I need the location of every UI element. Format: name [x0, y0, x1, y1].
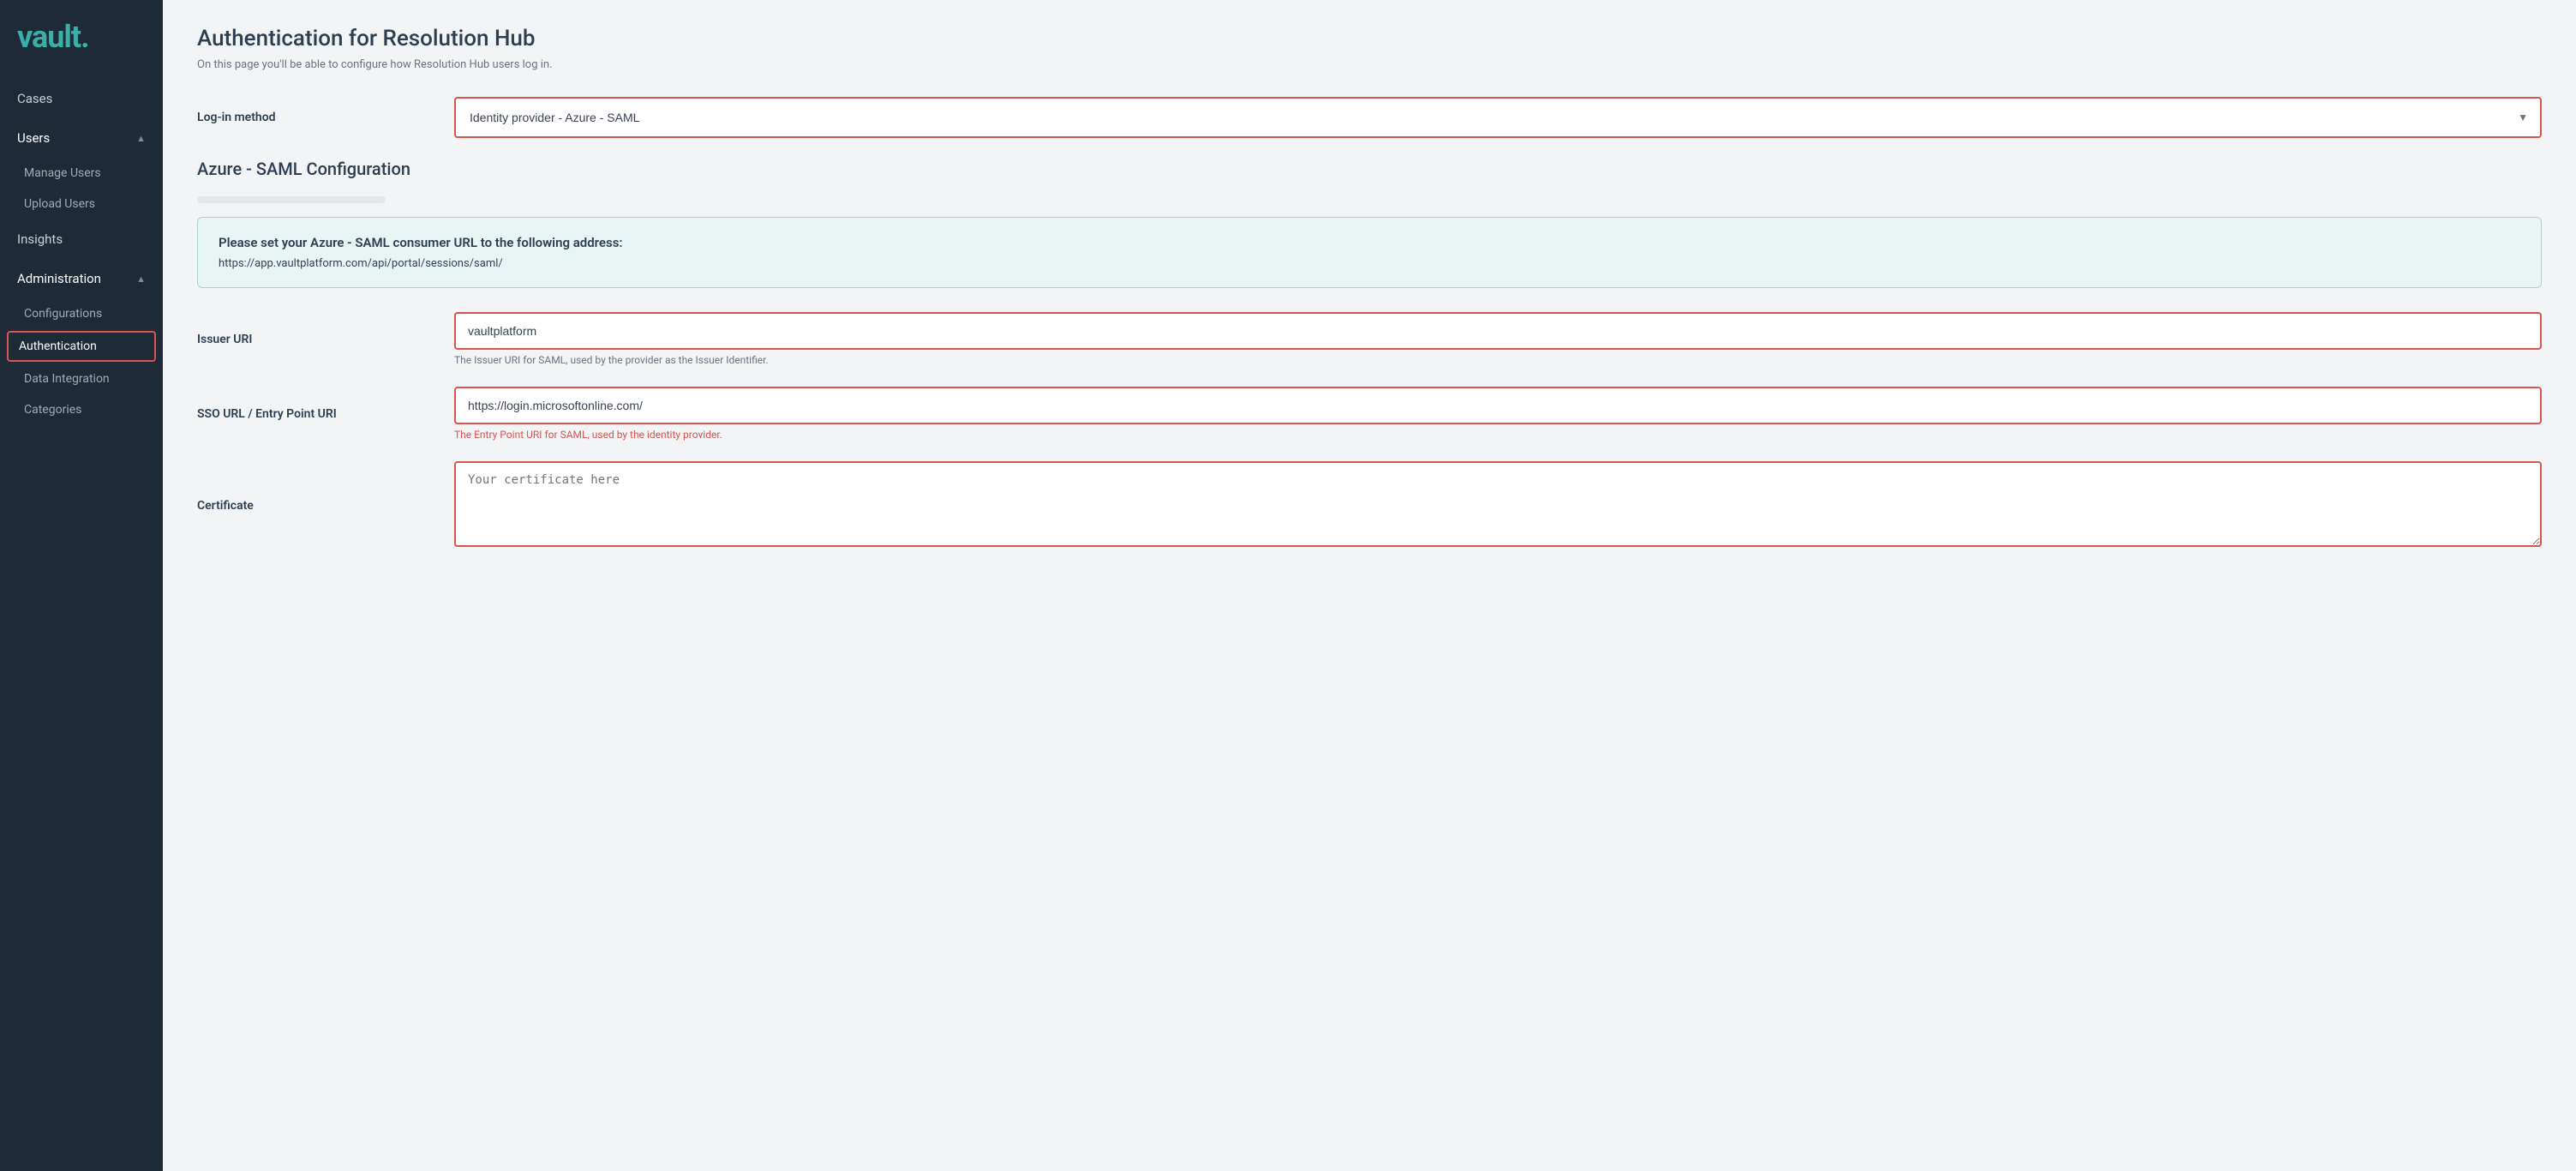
sidebar-item-users[interactable]: Users ▲: [0, 118, 163, 158]
certificate-textarea[interactable]: [454, 461, 2542, 547]
sidebar-item-configurations[interactable]: Configurations: [0, 298, 163, 329]
sidebar-item-cases[interactable]: Cases: [0, 79, 163, 118]
page-title: Authentication for Resolution Hub: [197, 26, 2542, 51]
info-box-title: Please set your Azure - SAML consumer UR…: [219, 235, 2520, 250]
login-method-row: Log-in method Identity provider - Azure …: [197, 97, 2542, 138]
info-box-url: https://app.vaultplatform.com/api/portal…: [219, 257, 2520, 270]
sidebar-item-cases-label: Cases: [17, 91, 52, 106]
saml-info-box: Please set your Azure - SAML consumer UR…: [197, 217, 2542, 288]
sidebar-item-manage-users[interactable]: Manage Users: [0, 158, 163, 189]
sidebar-item-categories[interactable]: Categories: [0, 394, 163, 425]
saml-section-title: Azure - SAML Configuration: [197, 159, 2542, 179]
logo: vault.: [0, 0, 163, 79]
chevron-up-icon: ▲: [136, 133, 146, 144]
certificate-label: Certificate: [197, 499, 454, 513]
sso-url-hint: The Entry Point URI for SAML, used by th…: [454, 429, 2542, 441]
sidebar: vault. Cases Users ▲ Manage Users Upload…: [0, 0, 163, 1171]
issuer-uri-row: Issuer URI The Issuer URI for SAML, used…: [197, 312, 2542, 366]
sso-url-row: SSO URL / Entry Point URI The Entry Poin…: [197, 387, 2542, 441]
chevron-up-icon-admin: ▲: [136, 273, 146, 285]
login-method-select[interactable]: Identity provider - Azure - SAML Email /…: [456, 99, 2540, 136]
sidebar-item-authentication[interactable]: Authentication: [7, 331, 156, 362]
sso-url-label: SSO URL / Entry Point URI: [197, 407, 454, 421]
login-method-select-wrapper[interactable]: Identity provider - Azure - SAML Email /…: [454, 97, 2542, 138]
login-method-label: Log-in method: [197, 111, 454, 124]
login-method-field: Identity provider - Azure - SAML Email /…: [454, 97, 2542, 138]
page-subtitle: On this page you'll be able to configure…: [197, 58, 2542, 71]
sidebar-item-upload-users[interactable]: Upload Users: [0, 189, 163, 219]
issuer-uri-label: Issuer URI: [197, 333, 454, 346]
sidebar-item-administration[interactable]: Administration ▲: [0, 259, 163, 298]
thin-bar: [197, 196, 386, 203]
sidebar-item-administration-label: Administration: [17, 271, 101, 286]
sso-url-field: The Entry Point URI for SAML, used by th…: [454, 387, 2542, 441]
issuer-uri-hint: The Issuer URI for SAML, used by the pro…: [454, 354, 2542, 366]
sidebar-item-insights[interactable]: Insights: [0, 219, 163, 259]
main-content: Authentication for Resolution Hub On thi…: [163, 0, 2576, 1171]
issuer-uri-field: The Issuer URI for SAML, used by the pro…: [454, 312, 2542, 366]
sidebar-item-data-integration[interactable]: Data Integration: [0, 363, 163, 394]
sidebar-item-insights-label: Insights: [17, 231, 63, 247]
certificate-field: [454, 461, 2542, 550]
certificate-row: Certificate: [197, 461, 2542, 550]
sso-url-input[interactable]: [454, 387, 2542, 424]
sidebar-item-users-label: Users: [17, 130, 50, 146]
issuer-uri-input[interactable]: [454, 312, 2542, 350]
